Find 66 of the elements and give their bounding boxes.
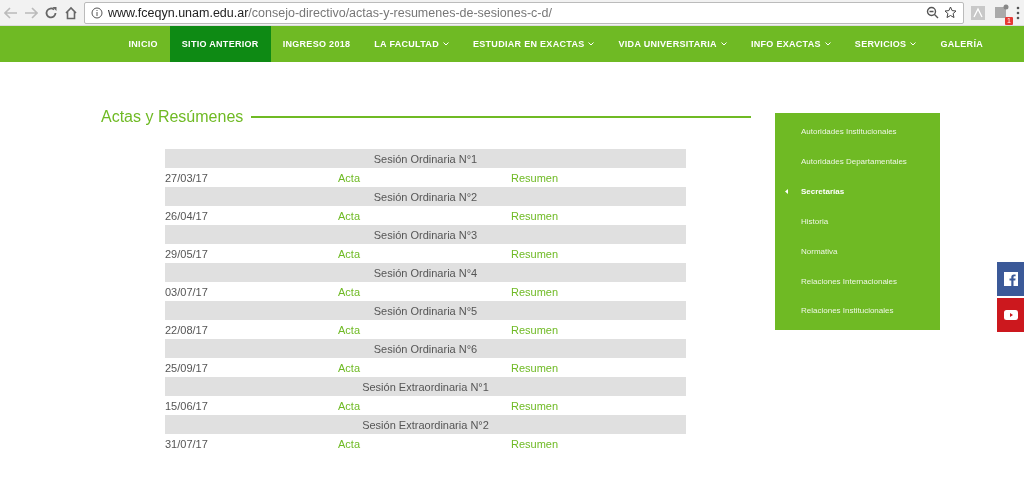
nav-item[interactable]: INFO EXACTAS (738, 26, 843, 62)
sidebar-item[interactable]: Historia (775, 209, 940, 234)
session-title: Sesión Extraordinaria N°1 (165, 377, 686, 396)
acta-link[interactable]: Acta (338, 399, 360, 412)
sidebar-item[interactable]: Relaciones Institucionales (775, 299, 940, 323)
session-date: 15/06/17 (165, 399, 208, 412)
caret-icon (824, 42, 831, 46)
star-icon[interactable] (944, 6, 957, 19)
nav-item[interactable]: ESTUDIAR EN EXACTAS (460, 26, 607, 62)
nav-item[interactable]: INICIO (116, 26, 170, 62)
session-title: Sesión Ordinaria N°6 (165, 339, 686, 358)
facebook-icon (1003, 272, 1018, 286)
sidebar-item[interactable]: Autoridades Departamentales (775, 149, 940, 174)
session-date: 29/05/17 (165, 247, 208, 260)
sidebar-item[interactable]: Relaciones Internacionales (775, 269, 940, 294)
nav-item[interactable]: SERVICIOS (842, 26, 929, 62)
resumen-link[interactable]: Resumen (511, 285, 559, 298)
session-title: Sesión Ordinaria N°2 (165, 187, 686, 206)
caret-icon (442, 42, 449, 46)
session-date: 25/09/17 (165, 361, 208, 374)
session-date: 03/07/17 (165, 285, 208, 298)
home-icon[interactable] (64, 5, 78, 20)
acta-link[interactable]: Acta (338, 323, 360, 336)
session-date: 27/03/17 (165, 171, 208, 184)
info-icon[interactable] (91, 6, 103, 19)
play-icon (1003, 310, 1018, 320)
session-title: Sesión Ordinaria N°1 (165, 149, 686, 168)
acta-link[interactable]: Acta (338, 285, 360, 298)
sidebar-item[interactable]: Normativa (775, 239, 940, 264)
acta-link[interactable]: Acta (338, 247, 360, 260)
resumen-link[interactable]: Resumen (511, 399, 559, 412)
acta-link[interactable]: Acta (338, 209, 360, 222)
sidebar-item[interactable]: Autoridades Institucionales (775, 119, 940, 144)
nav-item[interactable]: GALERÍA (928, 26, 995, 62)
zoom-icon[interactable] (926, 6, 939, 19)
session-title: Sesión Extraordinaria N°2 (165, 415, 686, 434)
caret-icon (588, 42, 595, 46)
session-title: Sesión Ordinaria N°4 (165, 263, 686, 282)
caret-icon (910, 42, 917, 46)
nav-item[interactable]: INGRESO 2018 (270, 26, 363, 62)
resumen-link[interactable]: Resumen (511, 209, 559, 222)
nav-item[interactable]: LA FACULTAD (362, 26, 461, 62)
facebook-button[interactable] (997, 262, 1024, 296)
resumen-link[interactable]: Resumen (511, 361, 559, 374)
youtube-button[interactable] (997, 298, 1024, 332)
address-bar[interactable]: www.fceqyn.unam.edu.ar/consejo-directivo/actas-y-resumenes-de-sesiones-c-d/ (84, 1, 964, 24)
menu-icon[interactable] (1016, 5, 1020, 20)
caret-icon (720, 42, 727, 46)
acta-link[interactable]: Acta (338, 361, 360, 374)
nav-item[interactable]: VIDA UNIVERSITARIA (606, 26, 739, 62)
session-date: 31/07/17 (165, 437, 208, 450)
reload-icon[interactable] (44, 5, 58, 20)
page-heading: Actas y Resúmenes (101, 108, 244, 126)
resumen-link[interactable]: Resumen (511, 247, 559, 260)
acta-link[interactable]: Acta (338, 171, 360, 184)
session-date: 22/08/17 (165, 323, 208, 336)
nav-item[interactable]: SITIO ANTERIOR (169, 26, 271, 62)
resumen-link[interactable]: Resumen (511, 171, 559, 184)
session-title: Sesión Ordinaria N°3 (165, 225, 686, 244)
resumen-link[interactable]: Resumen (511, 437, 559, 450)
session-title: Sesión Ordinaria N°5 (165, 301, 686, 320)
acta-link[interactable]: Acta (338, 437, 360, 450)
session-date: 26/04/17 (165, 209, 208, 222)
resumen-link[interactable]: Resumen (511, 323, 559, 336)
active-indicator-icon (785, 188, 788, 194)
sidebar-item[interactable]: Secretarías (775, 179, 940, 204)
